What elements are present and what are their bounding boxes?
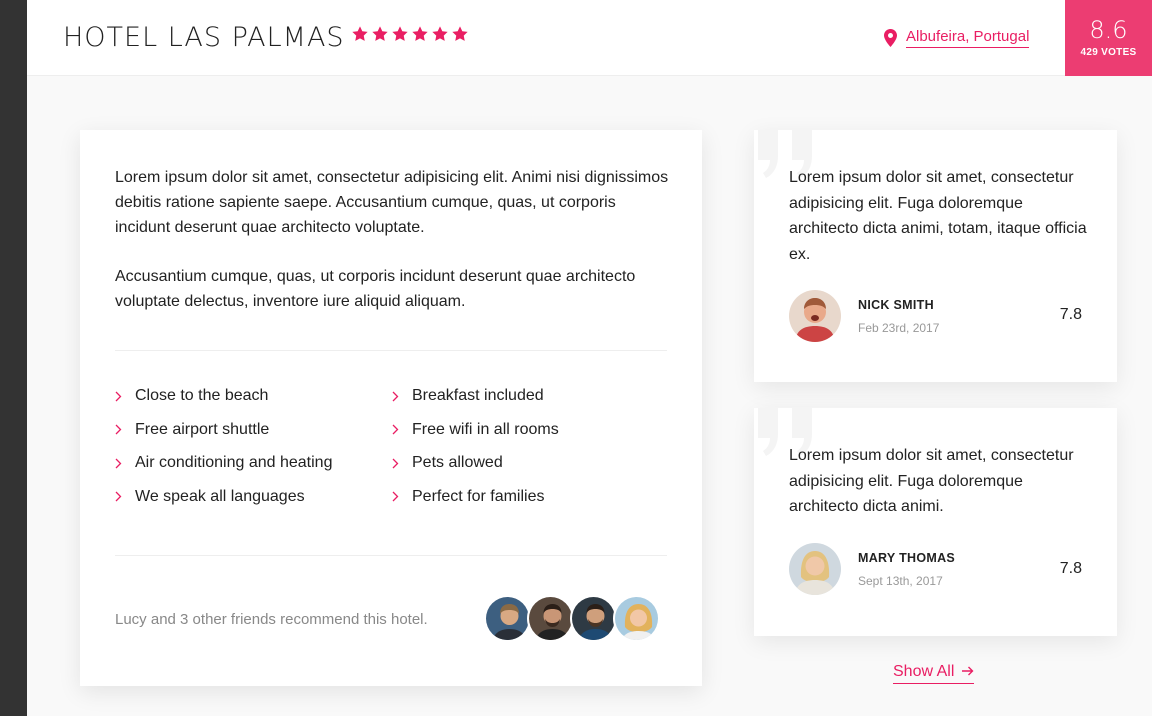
chevron-right-icon [115,458,135,469]
show-all-label: Show All [893,663,955,680]
star-icon [411,25,429,43]
feature-label: Pets allowed [412,454,503,471]
star-icon [431,25,449,43]
friend-avatar[interactable] [527,595,574,642]
feature-label: Perfect for families [412,487,545,505]
review-card: Lorem ipsum dolor sit amet, consectetur … [754,408,1117,636]
chevron-right-icon [115,391,135,402]
chevron-right-icon [115,491,135,502]
description-paragraph-2: Accusantium cumque, quas, ut corporis in… [115,268,636,310]
feature-label: Free wifi in all rooms [412,420,559,438]
review-text: Lorem ipsum dolor sit amet, consectetur … [789,447,1074,515]
chevron-right-icon [115,424,135,435]
friend-avatar[interactable] [484,595,531,642]
star-icon [371,25,389,43]
hotel-name: HOTEL LAS PALMAS [63,22,345,53]
reviewer: MARY THOMAS Sept 13th, 2017 [789,543,955,595]
reviewer-avatar[interactable] [789,543,841,595]
feature-item: Free wifi in all rooms [392,419,669,441]
feature-item: Pets allowed [392,452,669,474]
review-score: 7.8 [1059,306,1082,323]
feature-item: Close to the beach [115,385,392,407]
reviewer: NICK SMITH Feb 23rd, 2017 [789,290,939,342]
chevron-right-icon [392,458,412,469]
vote-count: 429 VOTES [1080,47,1137,58]
overall-score: 8.6 [1089,16,1128,44]
chevron-right-icon [392,391,412,402]
feature-item: Free airport shuttle [115,419,392,441]
feature-item: Breakfast included [392,385,669,407]
left-sidebar-strip [0,0,27,716]
review-score: 7.8 [1059,560,1082,577]
review-text: Lorem ipsum dolor sit amet, consectetur … [789,169,1087,263]
feature-label: Air conditioning and heating [135,454,333,471]
friend-avatars [484,595,660,642]
divider [115,555,667,556]
review-date: Sept 13th, 2017 [858,573,943,588]
star-icon [451,25,469,43]
show-all-link[interactable]: Show All [893,663,975,684]
description-paragraph-1: Lorem ipsum dolor sit amet, consectetur … [115,169,669,236]
star-icon [391,25,409,43]
feature-list: Close to the beach Breakfast included Fr… [115,385,675,508]
reviewer-name: NICK SMITH [858,297,934,312]
hotel-header: HOTEL LAS PALMAS Albufeira, Portugal 8.6… [27,0,1152,76]
feature-item: We speak all languages [115,486,392,508]
star-rating [351,25,469,43]
location-link[interactable]: Albufeira, Portugal [906,28,1030,48]
divider [115,350,667,351]
feature-label: Breakfast included [412,387,544,404]
arrow-right-icon [962,663,974,681]
location: Albufeira, Portugal [884,28,1030,48]
feature-label: Close to the beach [135,387,269,404]
feature-label: Free airport shuttle [135,420,270,438]
chevron-right-icon [392,491,412,502]
reviewer-avatar[interactable] [789,290,841,342]
feature-label: We speak all languages [135,487,305,505]
reviewer-name: MARY THOMAS [858,550,956,565]
star-icon [351,25,369,43]
friends-recommend-text: Lucy and 3 other friends recommend this … [115,611,428,628]
map-pin-icon [884,29,897,47]
review-card: Lorem ipsum dolor sit amet, consectetur … [754,130,1117,382]
friend-avatar[interactable] [613,595,660,642]
chevron-right-icon [392,424,412,435]
feature-item: Air conditioning and heating [115,452,392,474]
friend-avatar[interactable] [570,595,617,642]
hotel-description-card: Lorem ipsum dolor sit amet, consectetur … [80,130,702,686]
feature-item: Perfect for families [392,486,669,508]
review-date: Feb 23rd, 2017 [858,320,940,335]
score-badge: 8.6 429 VOTES [1065,0,1152,76]
description: Lorem ipsum dolor sit amet, consectetur … [115,165,670,338]
